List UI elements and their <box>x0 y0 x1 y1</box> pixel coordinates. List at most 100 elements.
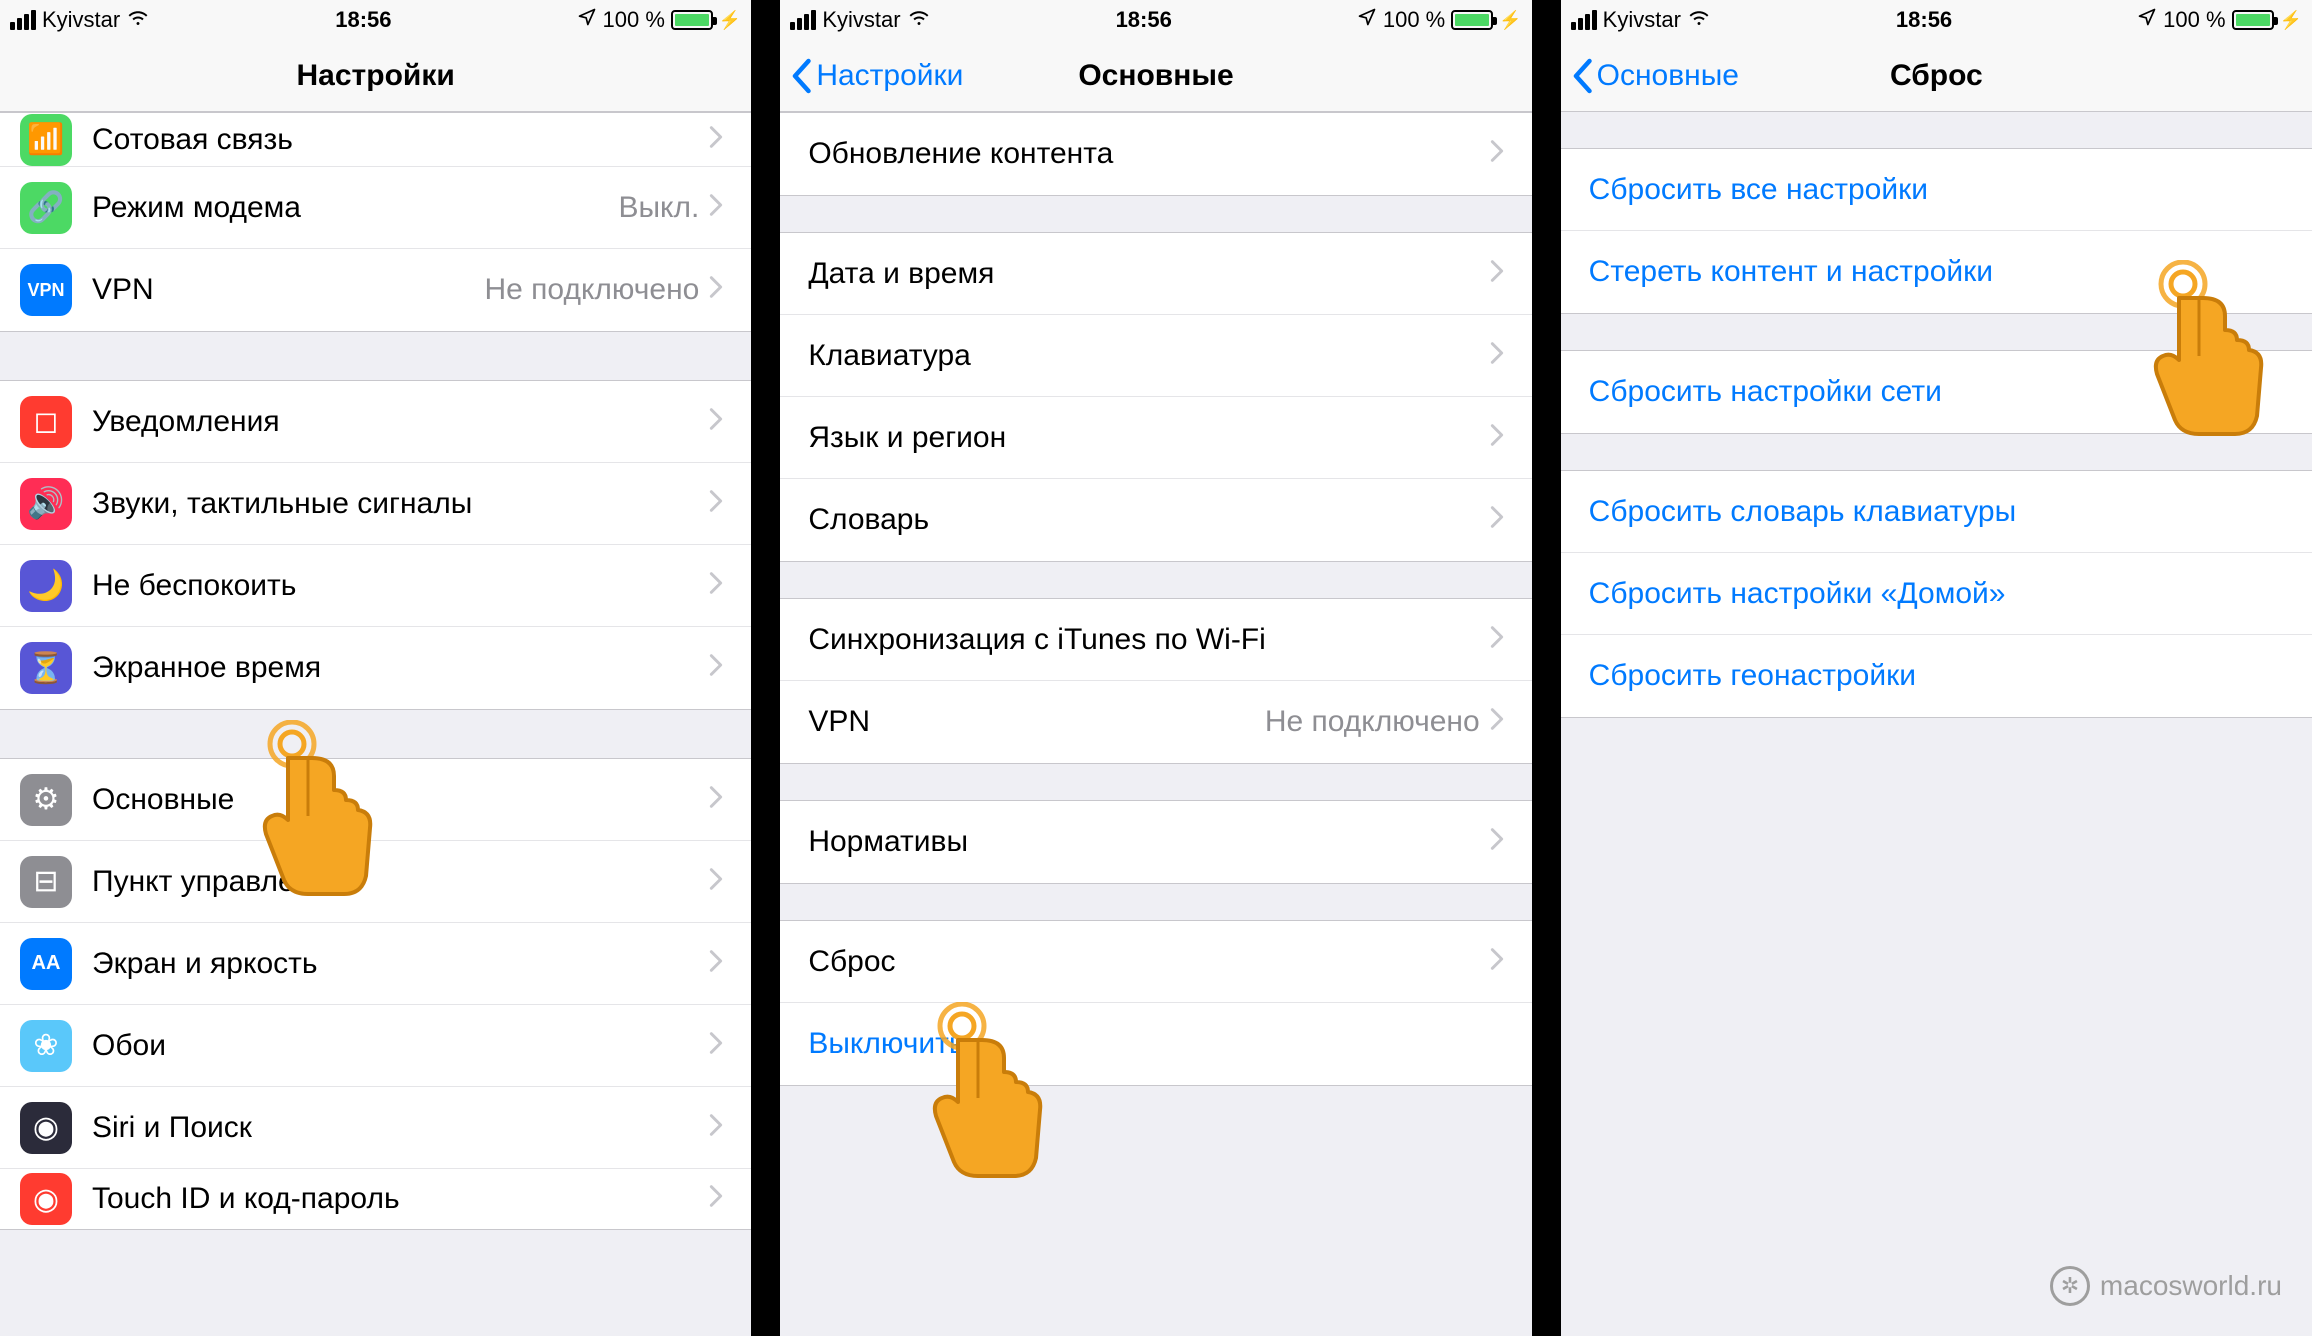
row-label: Не беспокоить <box>92 569 709 603</box>
chevron-icon <box>709 123 723 157</box>
back-button[interactable]: Основные <box>1571 40 1739 111</box>
row-dictionary[interactable]: Словарь <box>780 479 1531 561</box>
row-hotspot[interactable]: 🔗 Режим модема Выкл. <box>0 167 751 249</box>
chevron-icon <box>1490 623 1504 657</box>
group-reset-other: Сбросить словарь клавиатуры Сбросить нас… <box>1561 470 2312 718</box>
row-display[interactable]: AA Экран и яркость <box>0 923 751 1005</box>
chevron-icon <box>709 1182 723 1216</box>
chevron-icon <box>1490 421 1504 455</box>
row-wallpaper[interactable]: ❀ Обои <box>0 1005 751 1087</box>
row-label: Клавиатура <box>808 339 1489 373</box>
chevron-icon <box>1490 705 1504 739</box>
chevron-icon <box>1490 257 1504 291</box>
row-regulatory[interactable]: Нормативы <box>780 801 1531 883</box>
watermark: ✲ macosworld.ru <box>2050 1266 2282 1306</box>
row-label: Сбросить настройки «Домой» <box>1589 577 2284 611</box>
chevron-icon <box>709 1111 723 1145</box>
row-label: Режим модема <box>92 191 618 225</box>
row-dnd[interactable]: 🌙 Не беспокоить <box>0 545 751 627</box>
row-screentime[interactable]: ⏳ Экранное время <box>0 627 751 709</box>
group-locale: Дата и время Клавиатура Язык и регион Сл… <box>780 232 1531 562</box>
row-reset-keyboard-dict[interactable]: Сбросить словарь клавиатуры <box>1561 471 2312 553</box>
hourglass-icon: ⏳ <box>20 642 72 694</box>
row-itunes-wifi[interactable]: Синхронизация с iTunes по Wi-Fi <box>780 599 1531 681</box>
nav-bar: Настройки <box>0 40 751 112</box>
carrier-label: Kyivstar <box>822 7 900 33</box>
toggles-icon: ⊟ <box>20 856 72 908</box>
row-date-time[interactable]: Дата и время <box>780 233 1531 315</box>
clock: 18:56 <box>931 7 1357 33</box>
watermark-icon: ✲ <box>2050 1266 2090 1306</box>
row-erase-all[interactable]: Стереть контент и настройки <box>1561 231 2312 313</box>
row-label: Touch ID и код-пароль <box>92 1182 709 1216</box>
row-keyboard[interactable]: Клавиатура <box>780 315 1531 397</box>
chevron-icon <box>1490 137 1504 171</box>
row-language[interactable]: Язык и регион <box>780 397 1531 479</box>
screen-general: Kyivstar 18:56 100 % ⚡ Настройки Основны… <box>780 0 1531 1336</box>
chevron-icon <box>709 1029 723 1063</box>
row-label: Сбросить все настройки <box>1589 173 2284 207</box>
clock: 18:56 <box>150 7 576 33</box>
battery-percent: 100 % <box>1383 7 1445 33</box>
row-value: Не подключено <box>484 273 699 307</box>
row-label: Сброс <box>808 945 1489 979</box>
row-label: Звуки, тактильные сигналы <box>92 487 709 521</box>
row-background-refresh[interactable]: Обновление контента <box>780 113 1531 195</box>
row-notifications[interactable]: ◻ Уведомления <box>0 381 751 463</box>
status-bar: Kyivstar 18:56 100 % ⚡ <box>0 0 751 40</box>
charging-icon: ⚡ <box>2280 10 2302 31</box>
chevron-icon <box>709 651 723 685</box>
signal-icon <box>10 10 36 30</box>
moon-icon: 🌙 <box>20 560 72 612</box>
row-label: Сбросить словарь клавиатуры <box>1589 495 2284 529</box>
row-general[interactable]: ⚙ Основные <box>0 759 751 841</box>
chevron-icon <box>709 783 723 817</box>
row-touchid[interactable]: ◉ Touch ID и код-пароль <box>0 1169 751 1229</box>
chevron-icon <box>1490 339 1504 373</box>
row-reset-all-settings[interactable]: Сбросить все настройки <box>1561 149 2312 231</box>
status-bar: Kyivstar 18:56 100 % ⚡ <box>1561 0 2312 40</box>
row-vpn[interactable]: VPN Не подключено <box>780 681 1531 763</box>
row-label: Экранное время <box>92 651 709 685</box>
row-cellular[interactable]: 📶 Сотовая связь <box>0 113 751 167</box>
nav-title: Настройки <box>297 59 455 93</box>
wifi-icon <box>1687 5 1711 35</box>
back-button[interactable]: Настройки <box>790 40 963 111</box>
chevron-icon <box>709 191 723 225</box>
battery-percent: 100 % <box>603 7 665 33</box>
row-label: Словарь <box>808 503 1489 537</box>
row-label: Обои <box>92 1029 709 1063</box>
charging-icon: ⚡ <box>1499 10 1521 31</box>
chevron-icon <box>1490 825 1504 859</box>
group-reset-all: Сбросить все настройки Стереть контент и… <box>1561 148 2312 314</box>
row-label: VPN <box>92 273 484 307</box>
group-reset-network: Сбросить настройки сети <box>1561 350 2312 434</box>
row-reset-location[interactable]: Сбросить геонастройки <box>1561 635 2312 717</box>
signal-icon <box>1571 10 1597 30</box>
row-reset-home[interactable]: Сбросить настройки «Домой» <box>1561 553 2312 635</box>
row-sounds[interactable]: 🔊 Звуки, тактильные сигналы <box>0 463 751 545</box>
row-shutdown[interactable]: Выключить <box>780 1003 1531 1085</box>
clock: 18:56 <box>1711 7 2137 33</box>
chevron-icon <box>709 487 723 521</box>
antenna-icon: 📶 <box>20 114 72 166</box>
location-icon <box>577 7 597 33</box>
row-reset-network[interactable]: Сбросить настройки сети <box>1561 351 2312 433</box>
nav-bar: Основные Сброс <box>1561 40 2312 112</box>
battery-icon <box>1451 10 1493 30</box>
wifi-icon <box>126 5 150 35</box>
row-label: Синхронизация с iTunes по Wi-Fi <box>808 623 1489 657</box>
row-label: Нормативы <box>808 825 1489 859</box>
wifi-icon <box>907 5 931 35</box>
row-control-center[interactable]: ⊟ Пункт управления <box>0 841 751 923</box>
row-label: Стереть контент и настройки <box>1589 255 2284 289</box>
battery-percent: 100 % <box>2163 7 2225 33</box>
row-label: Обновление контента <box>808 137 1489 171</box>
row-vpn[interactable]: VPN VPN Не подключено <box>0 249 751 331</box>
row-reset[interactable]: Сброс <box>780 921 1531 1003</box>
row-siri[interactable]: ◉ Siri и Поиск <box>0 1087 751 1169</box>
battery-icon <box>2232 10 2274 30</box>
chevron-icon <box>1490 945 1504 979</box>
location-icon <box>1357 7 1377 33</box>
group-reset: Сброс Выключить <box>780 920 1531 1086</box>
